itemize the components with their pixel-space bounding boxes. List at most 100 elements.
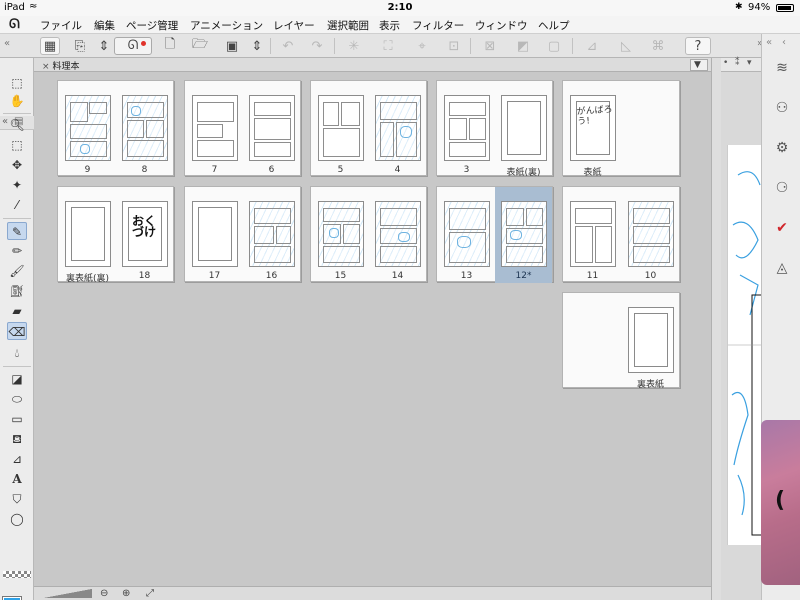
redo-icon[interactable]: ↷ xyxy=(307,37,327,55)
gradient-icon[interactable]: ◪ xyxy=(7,370,27,388)
vertical-scrollbar[interactable] xyxy=(711,58,721,600)
save-icon[interactable]: ▣ xyxy=(222,37,242,55)
layers-icon[interactable]: ≋ xyxy=(771,58,793,78)
page-slot[interactable]: 13 xyxy=(438,187,495,283)
zoom-slider[interactable] xyxy=(44,589,92,598)
hide-selection-icon[interactable]: ⌖ xyxy=(412,37,432,55)
menu-page-management[interactable]: ページ管理 xyxy=(126,18,178,33)
fill-icon[interactable]: ⛾ xyxy=(7,430,27,448)
open-icon[interactable]: 🗁 xyxy=(190,37,210,55)
special-ruler-icon[interactable]: ◺ xyxy=(616,37,636,55)
expand-selection-icon[interactable]: ▢ xyxy=(544,37,564,55)
page-slot[interactable]: 10 xyxy=(622,187,679,283)
zoom-in-icon[interactable]: ⊕ xyxy=(122,588,130,599)
balloon-icon[interactable]: ◯ xyxy=(7,510,27,528)
menu-view[interactable]: 表示 xyxy=(379,18,400,33)
operation-icon[interactable]: ✥ xyxy=(7,156,27,174)
selection-icon[interactable]: ⬚ xyxy=(7,74,27,92)
menu-help[interactable]: ヘルプ xyxy=(538,18,570,33)
figure-icon[interactable]: ⬭ xyxy=(7,390,27,408)
menu-file[interactable]: ファイル xyxy=(40,18,82,33)
magic-wand-icon[interactable]: ✦ xyxy=(7,176,27,194)
spread[interactable]: 17 16 xyxy=(184,186,301,282)
page-slot[interactable]: 16 xyxy=(243,187,300,283)
page-slot[interactable]: 5 xyxy=(312,81,369,177)
collapse-left-icon[interactable]: « xyxy=(4,38,10,49)
fill-icon[interactable]: ⊡ xyxy=(444,37,464,55)
page-slot[interactable]: がんばろう! 表紙 xyxy=(564,81,621,178)
page-slot[interactable]: 7 xyxy=(186,81,243,177)
clear-icon[interactable]: ✳ xyxy=(344,37,364,55)
transparent-color-swatch[interactable] xyxy=(3,571,31,578)
spread[interactable]: 7 6 xyxy=(184,80,301,176)
move-icon[interactable]: ⬚ xyxy=(7,136,27,154)
spread[interactable]: 13 12* xyxy=(436,186,553,283)
canvas-paper[interactable] xyxy=(727,145,761,545)
bucket-icon[interactable]: ⛉ xyxy=(7,490,27,508)
spread[interactable]: 裏表紙(裏) おくづけ 18 xyxy=(57,186,174,284)
chevron-down-icon[interactable]: ▾ xyxy=(747,58,752,68)
spread[interactable]: 11 10 xyxy=(562,186,680,282)
grid-snap-icon[interactable]: ⌘ xyxy=(648,37,668,55)
new-icon[interactable]: 🗋 xyxy=(160,37,180,55)
ruler-icon[interactable]: ⊿ xyxy=(7,450,27,468)
deselect-icon[interactable]: ⊠ xyxy=(480,37,500,55)
undo-icon[interactable]: ↶ xyxy=(278,37,298,55)
spread[interactable]: 9 8 xyxy=(57,80,174,176)
tool-property-icon[interactable]: ⚙ xyxy=(771,138,793,158)
page-slot[interactable]: 11 xyxy=(564,187,621,283)
page-slot-selected[interactable]: 12* xyxy=(495,187,552,283)
page-slot[interactable]: 15 xyxy=(312,187,369,283)
app-logo-icon[interactable]: ᘏ xyxy=(9,17,20,32)
page-slot[interactable]: 4 xyxy=(369,81,426,177)
page-slot[interactable]: 8 xyxy=(116,81,173,177)
brush-icon[interactable]: 🖌︎ xyxy=(7,262,27,280)
frame-icon[interactable]: ▭ xyxy=(7,410,27,428)
expand-icon[interactable]: ‹ xyxy=(782,37,786,48)
sort-icon[interactable]: ⇕ xyxy=(94,37,114,55)
pencil-icon[interactable]: ✏ xyxy=(7,242,27,260)
menu-selection[interactable]: 選択範囲 xyxy=(327,18,369,33)
sub-tool-icon[interactable]: ⚇ xyxy=(771,98,793,118)
page-manager-icon[interactable]: ▦ xyxy=(40,37,60,55)
color-icon[interactable]: ✔ xyxy=(771,218,793,238)
spread[interactable]: 15 14 xyxy=(310,186,427,282)
zoom-icon[interactable]: 🔍︎ xyxy=(7,116,27,134)
menu-edit[interactable]: 編集 xyxy=(94,18,115,33)
eraser-icon[interactable]: ⌫ xyxy=(7,322,27,340)
page-slot[interactable]: 6 xyxy=(243,81,300,177)
spread[interactable]: 3 表紙(裏) xyxy=(436,80,553,178)
menu-window[interactable]: ウィンドウ xyxy=(475,18,528,33)
page-slot[interactable]: 表紙(裏) xyxy=(495,81,552,178)
document-tab[interactable]: × 料理本 xyxy=(38,59,84,72)
export-icon[interactable]: ⎘ xyxy=(70,37,90,55)
page-slot[interactable]: 9 xyxy=(59,81,116,177)
fit-icon[interactable]: ⤢ xyxy=(146,588,154,599)
quick-access-button[interactable]: ᘏ xyxy=(114,37,152,55)
menu-filter[interactable]: フィルター xyxy=(412,18,464,33)
close-icon[interactable]: × xyxy=(42,62,50,72)
eyedropper-icon[interactable]: ⁄ xyxy=(7,196,27,214)
decoration-icon[interactable]: ▰ xyxy=(7,302,27,320)
airbrush-icon[interactable]: ⛽︎ xyxy=(7,282,27,300)
collapse-right-icon[interactable]: « xyxy=(766,37,772,48)
page-slot[interactable]: 17 xyxy=(186,187,243,283)
color-wheel-pull-tab[interactable]: ( xyxy=(761,420,800,585)
page-slot[interactable]: 裏表紙(裏) xyxy=(59,187,116,284)
zoom-out-icon[interactable]: ⊖ xyxy=(100,588,108,599)
menu-layer[interactable]: レイヤー xyxy=(273,18,315,33)
page-slot[interactable]: 14 xyxy=(369,187,426,283)
spread[interactable]: 裏表紙 xyxy=(562,292,680,390)
spread[interactable]: がんばろう! 表紙 xyxy=(562,80,680,178)
page-slot[interactable]: おくづけ 18 xyxy=(116,187,173,283)
chevron-down-icon[interactable]: ▼ xyxy=(694,60,701,70)
hand-icon[interactable]: ✋ xyxy=(7,92,27,110)
menu-animation[interactable]: アニメーション xyxy=(190,18,263,33)
save-menu-icon[interactable]: ⇕ xyxy=(247,37,267,55)
material-icon[interactable]: ◬ xyxy=(771,258,793,278)
brush-size-icon[interactable]: ⚆ xyxy=(771,178,793,198)
invert-selection-icon[interactable]: ◩ xyxy=(513,37,533,55)
transform-icon[interactable]: ⛶ xyxy=(378,37,398,55)
help-icon[interactable]: ? xyxy=(685,37,711,55)
ruler-snap-icon[interactable]: ⊿ xyxy=(582,37,602,55)
